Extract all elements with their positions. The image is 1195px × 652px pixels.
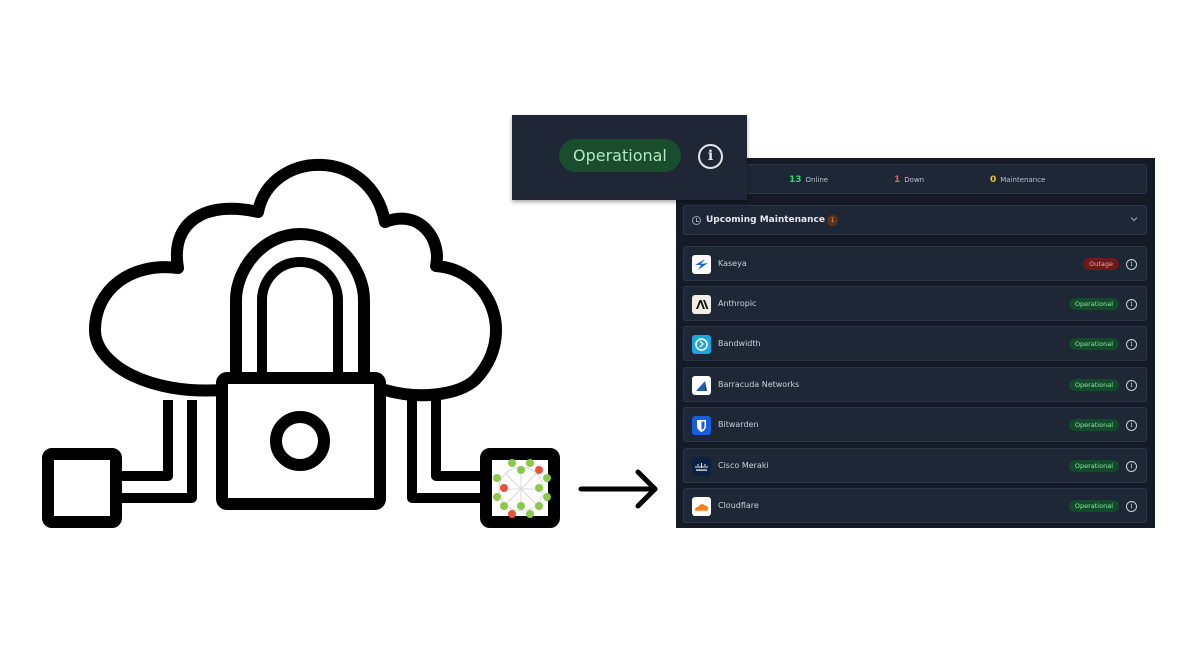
service-name: Barracuda Networks xyxy=(718,380,800,389)
device-box-icon xyxy=(42,448,122,528)
status-badge: Operational xyxy=(1068,338,1119,350)
service-row-cloudflare[interactable]: Cloudflare Operational i xyxy=(683,488,1147,523)
status-node-icon xyxy=(480,448,560,528)
info-icon[interactable]: i xyxy=(1126,259,1137,270)
anthropic-logo-icon xyxy=(692,295,711,314)
maintenance-label: Maintenance xyxy=(1000,176,1046,184)
cloudflare-logo-icon xyxy=(692,497,711,516)
service-name: Bandwidth xyxy=(718,339,761,348)
online-label: Online xyxy=(805,176,829,184)
arrow-right-icon xyxy=(578,469,658,509)
info-icon[interactable]: i xyxy=(1126,501,1137,512)
info-icon[interactable]: i xyxy=(1126,299,1137,310)
status-dashboard: 13 Online 1 Down 0 Maintenance Upcoming Mai… xyxy=(676,158,1155,528)
service-name: Kaseya xyxy=(718,259,747,268)
service-name: Cloudflare xyxy=(718,501,759,510)
status-badge: Operational xyxy=(1068,500,1119,512)
maintenance-count: 0 xyxy=(990,175,997,185)
service-row-anthropic[interactable]: Anthropic Operational i xyxy=(683,286,1147,321)
status-summary-bar: 13 Online 1 Down 0 Maintenance xyxy=(683,164,1147,194)
upcoming-maintenance-title: Upcoming Maintenance xyxy=(706,215,825,225)
service-name: Cisco Meraki xyxy=(718,461,769,470)
service-name: Anthropic xyxy=(718,299,757,308)
maintenance-count-badge: 1 xyxy=(827,215,838,226)
online-count: 13 xyxy=(789,175,802,185)
bitwarden-logo-icon xyxy=(692,416,711,435)
chevron-down-icon[interactable] xyxy=(1130,215,1138,223)
status-zoom-callout: Operational i xyxy=(512,115,747,200)
online-summary: 13 Online xyxy=(789,175,828,185)
service-row-barracuda-networks[interactable]: Barracuda Networks Operational i xyxy=(683,367,1147,402)
down-label: Down xyxy=(904,176,925,184)
service-row-bandwidth[interactable]: Bandwidth Operational i xyxy=(683,326,1147,361)
status-badge: Operational xyxy=(1068,379,1119,391)
maintenance-summary: 0 Maintenance xyxy=(990,175,1045,185)
clock-icon xyxy=(692,216,701,225)
cisco-logo-icon xyxy=(692,457,711,476)
service-row-bitwarden[interactable]: Bitwarden Operational i xyxy=(683,407,1147,442)
stage: 13 Online 1 Down 0 Maintenance Upcoming Mai… xyxy=(0,0,1195,652)
upcoming-maintenance-toggle[interactable]: Upcoming Maintenance 1 xyxy=(683,205,1147,235)
operational-status-badge: Operational xyxy=(559,139,681,172)
down-count: 1 xyxy=(894,175,901,185)
service-name: Bitwarden xyxy=(718,420,759,429)
info-icon[interactable]: i xyxy=(1126,339,1137,350)
status-badge: Operational xyxy=(1068,419,1119,431)
kaseya-logo-icon xyxy=(692,255,711,274)
info-icon[interactable]: i xyxy=(698,144,723,169)
info-icon[interactable]: i xyxy=(1126,380,1137,391)
service-row-kaseya[interactable]: Kaseya Outage i xyxy=(683,246,1147,281)
down-summary: 1 Down xyxy=(894,175,924,185)
status-badge: Operational xyxy=(1068,460,1119,472)
padlock-icon xyxy=(216,227,386,510)
service-row-cisco-meraki[interactable]: Cisco Meraki Operational i xyxy=(683,448,1147,483)
barracuda-logo-icon xyxy=(692,376,711,395)
status-badge: Outage xyxy=(1083,258,1119,270)
bandwidth-logo-icon xyxy=(692,335,711,354)
status-badge: Operational xyxy=(1068,298,1119,310)
info-icon[interactable]: i xyxy=(1126,420,1137,431)
info-icon[interactable]: i xyxy=(1126,461,1137,472)
